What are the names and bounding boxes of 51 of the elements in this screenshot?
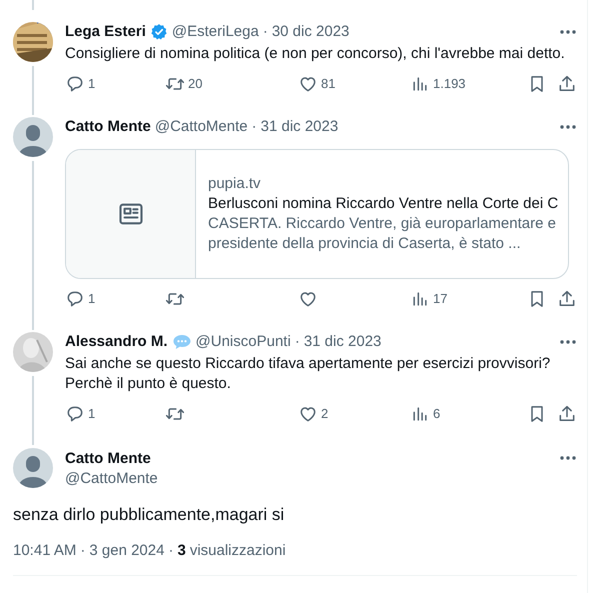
views-label: visualizzazioni: [190, 541, 286, 561]
more-options-icon[interactable]: [559, 29, 577, 35]
author-name[interactable]: Lega Esteri: [65, 22, 146, 42]
link-domain: pupia.tv: [208, 174, 262, 194]
more-options-icon[interactable]: [559, 124, 577, 130]
view-count: 3: [177, 541, 186, 561]
author-handle[interactable]: @UniscoPunti: [196, 332, 291, 352]
more-options-icon[interactable]: [559, 455, 577, 461]
separator-dot: ·: [252, 117, 257, 137]
reply-icon[interactable]: [65, 404, 85, 424]
author-handle[interactable]: @CattoMente: [154, 117, 248, 137]
post-text: senza dirlo pubblicamente,magari si: [13, 504, 286, 526]
separator-dot: ·: [294, 332, 300, 352]
link-card[interactable]: pupia.tv Berlusconi nomina Riccardo Ventre nella Corte dei C CASERTA. Riccardo Ventre, già europarlamentare e presidente della provincia di Caserta, è stato ...: [65, 149, 569, 279]
post-date[interactable]: 3 gen 2024: [89, 541, 164, 561]
author-name[interactable]: Alessandro M.: [65, 332, 168, 352]
speech-bubble-icon: [172, 333, 192, 351]
author-name[interactable]: Catto Mente: [65, 117, 151, 137]
count: 1: [88, 405, 96, 424]
count: 20: [188, 75, 202, 94]
share-icon[interactable]: [557, 404, 577, 424]
link-description: CASERTA. Riccardo Ventre, già europarlamentare e presidente della provincia di Caserta, è stato ...: [208, 214, 557, 254]
count: 1: [88, 290, 96, 308]
count: 1: [88, 75, 96, 94]
count: 81: [321, 75, 336, 94]
separator-dot: ·: [262, 22, 268, 42]
post-text: Consigliere di nomina politica (e non per concorso), chi l'avrebbe mai detto.: [65, 44, 566, 64]
post-date[interactable]: 31 dic 2023: [304, 332, 382, 352]
author-name[interactable]: Catto Mente: [65, 449, 158, 469]
author-handle[interactable]: @CattoMente: [65, 469, 158, 489]
verified-badge-icon: [150, 23, 168, 41]
count: 1.193: [433, 75, 466, 94]
reply-icon[interactable]: [65, 74, 85, 94]
author-handle[interactable]: @EsteriLega: [172, 22, 259, 42]
reply-icon[interactable]: [65, 289, 85, 309]
post-time[interactable]: 10:41 AM: [13, 541, 76, 561]
link-title: Berlusconi nomina Riccardo Ventre nella Corte dei C: [208, 194, 560, 214]
separator-dot: ·: [168, 541, 174, 561]
more-options-icon[interactable]: [559, 339, 577, 345]
share-icon[interactable]: [557, 74, 577, 94]
avatar-silhouette-icon[interactable]: [13, 117, 53, 157]
count: 17: [433, 290, 448, 308]
avatar-silhouette-icon[interactable]: [13, 448, 53, 488]
post-date[interactable]: 31 dic 2023: [260, 117, 338, 137]
avatar[interactable]: [13, 22, 53, 62]
separator-dot: ·: [80, 541, 86, 561]
count: 2: [321, 405, 328, 424]
count: 6: [433, 405, 440, 424]
post-date[interactable]: 30 dic 2023: [272, 22, 350, 42]
share-icon[interactable]: [557, 289, 577, 309]
post-text: Sai anche se questo Riccardo tifava apertamente per esercizi provvisori? Perchè il punto è questo.: [65, 354, 552, 394]
